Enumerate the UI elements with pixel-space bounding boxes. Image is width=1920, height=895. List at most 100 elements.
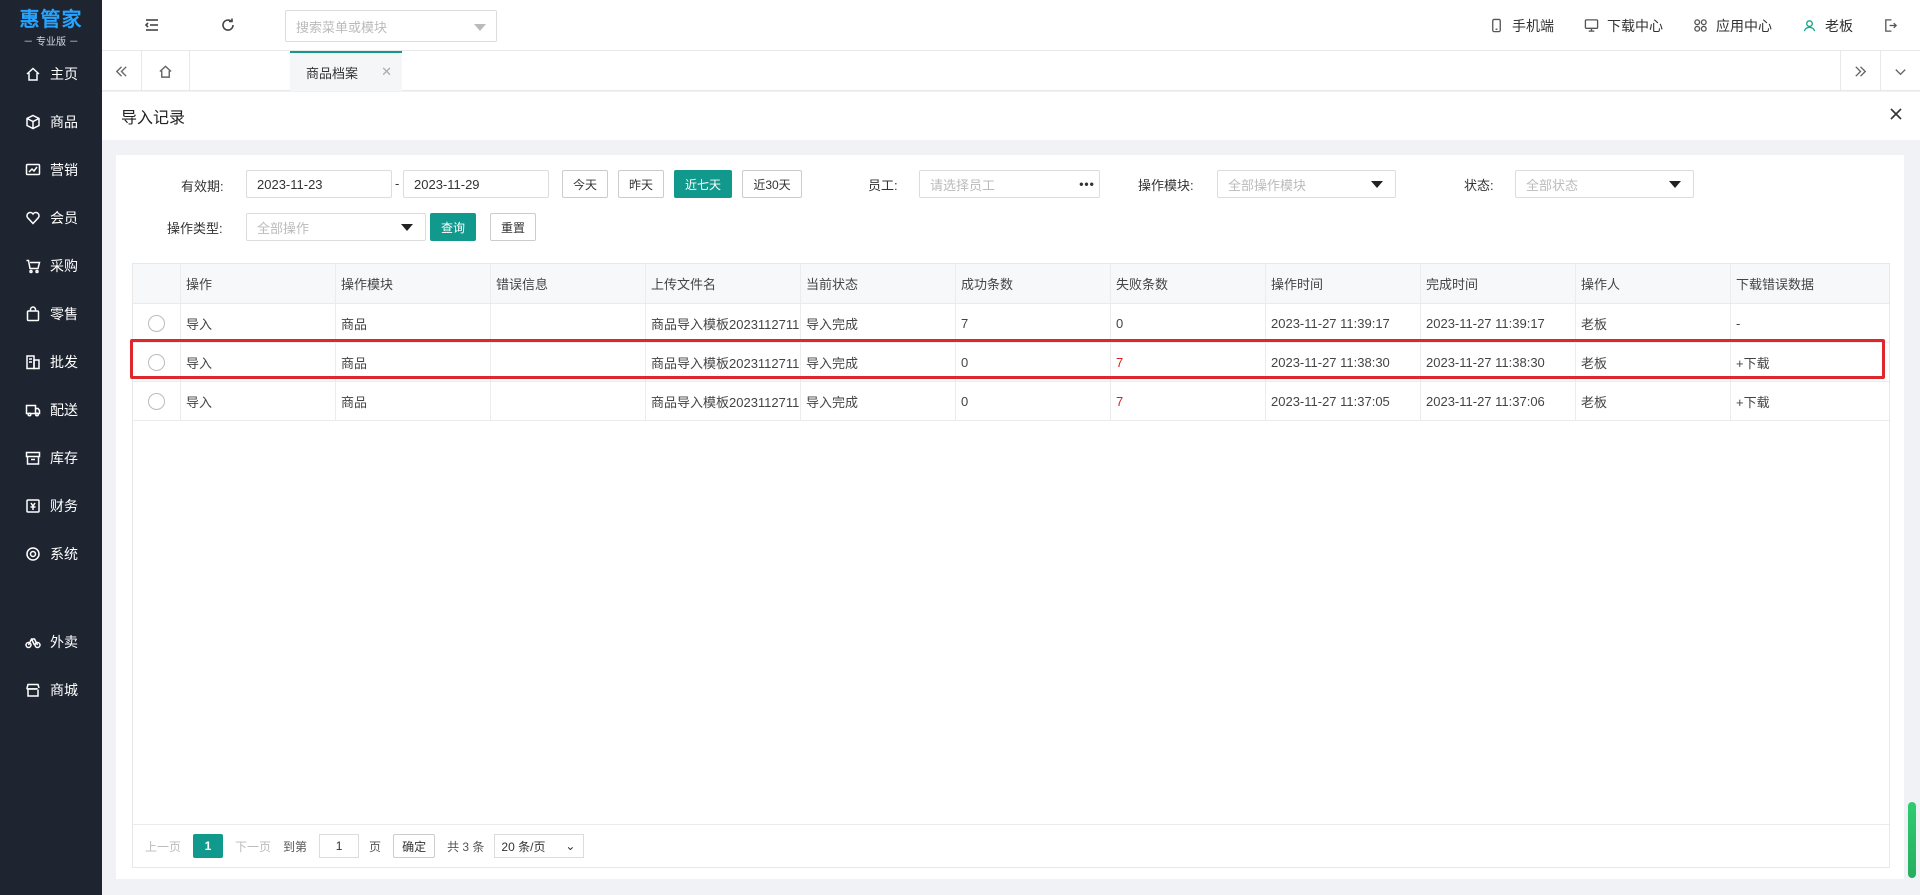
- last-seven-days-button[interactable]: 近七天: [674, 170, 732, 198]
- page-size-select[interactable]: 20 条/页 ⌄: [494, 834, 585, 858]
- sidebar-item[interactable]: 主页: [0, 50, 102, 98]
- column-header: 当前状态: [801, 264, 956, 303]
- status-select[interactable]: 全部状态: [1515, 170, 1694, 198]
- tab-product-archive[interactable]: 商品档案 ✕: [290, 51, 402, 91]
- download-center-label: 下载中心: [1607, 17, 1663, 34]
- status-label: 状态:: [1464, 178, 1494, 193]
- prev-page-button[interactable]: 上一页: [145, 838, 181, 855]
- table-cell: [491, 343, 646, 381]
- status-select-value: 全部状态: [1526, 177, 1579, 193]
- table-cell: 导入完成: [801, 304, 956, 342]
- sidebar-item[interactable]: 会员: [0, 194, 102, 242]
- table-cell: 老板: [1576, 304, 1731, 342]
- mobile-link[interactable]: 手机端: [1489, 16, 1554, 36]
- download-error-data-link[interactable]: +下载: [1731, 382, 1889, 420]
- top-header: 搜索菜单或模块 手机端 下载中心 应用中心 老板: [102, 0, 1920, 51]
- total-count: 共 3 条: [447, 839, 485, 854]
- tab-scroll-right-icon[interactable]: [1840, 51, 1880, 91]
- module-label: 操作模块:: [1138, 178, 1194, 193]
- table-cell: 7: [1111, 343, 1266, 381]
- sidebar-item[interactable]: 商城: [0, 666, 102, 714]
- mobile-link-label: 手机端: [1512, 17, 1554, 34]
- date-start-value: 2023-11-23: [257, 176, 323, 192]
- refresh-icon[interactable]: [217, 14, 239, 36]
- table-cell: 2023-11-27 11:39:17: [1421, 304, 1576, 342]
- reset-button[interactable]: 重置: [490, 213, 536, 241]
- more-options-icon[interactable]: •••: [1075, 171, 1099, 197]
- monitor-icon: [1584, 19, 1599, 32]
- sidebar-item[interactable]: 财务: [0, 482, 102, 530]
- sidebar-item[interactable]: 零售: [0, 290, 102, 338]
- table-cell: 2023-11-27 11:38:30: [1266, 343, 1421, 381]
- operation-type-label: 操作类型:: [167, 221, 223, 236]
- tab-menu-chevron-down-icon[interactable]: [1880, 51, 1920, 91]
- row-radio[interactable]: [148, 353, 165, 371]
- status-dropdown-icon: [1669, 181, 1681, 188]
- download-center-link[interactable]: 下载中心: [1584, 16, 1663, 36]
- employee-select-input[interactable]: 请选择员工 •••: [919, 170, 1100, 198]
- sidebar-item-label: 配送: [50, 402, 78, 418]
- page-number-current[interactable]: 1: [193, 834, 224, 858]
- date-start-input[interactable]: 2023-11-23: [246, 170, 392, 198]
- page-unit-label: 页: [369, 839, 382, 854]
- logout-button[interactable]: [1883, 18, 1906, 33]
- module-select[interactable]: 全部操作模块: [1217, 170, 1396, 198]
- sidebar-item[interactable]: 外卖: [0, 618, 102, 666]
- table-cell: 导入: [181, 343, 336, 381]
- operation-type-select[interactable]: 全部操作: [246, 213, 426, 241]
- logout-icon: [1885, 19, 1898, 32]
- goto-page-input[interactable]: 1: [319, 834, 360, 858]
- sidebar-item-label: 商城: [50, 682, 78, 698]
- validity-label: 有效期:: [181, 179, 224, 194]
- goto-confirm-button[interactable]: 确定: [393, 834, 436, 858]
- panel-header: 导入记录: [102, 92, 1920, 140]
- table-cell: 商品: [336, 382, 491, 420]
- app-center-link[interactable]: 应用中心: [1693, 16, 1772, 36]
- employee-label: 员工:: [868, 178, 898, 193]
- menu-collapse-icon[interactable]: [141, 14, 163, 36]
- tab-bar: 商品档案 ✕: [102, 51, 1920, 91]
- today-button[interactable]: 今天: [562, 170, 608, 198]
- grid-icon: [1694, 19, 1707, 32]
- table-row[interactable]: 导入 商品 商品导入模板2023112711... 导入完成 0 7 2023-11-27 …: [133, 343, 1889, 382]
- table-cell: 0: [1111, 304, 1266, 342]
- sidebar-item-label: 财务: [50, 498, 78, 514]
- archive-icon: [24, 449, 42, 467]
- row-radio[interactable]: [148, 392, 165, 410]
- menu-search-input[interactable]: 搜索菜单或模块: [285, 10, 497, 42]
- column-header: 成功条数: [956, 264, 1111, 303]
- table-row[interactable]: 导入 商品 商品导入模板2023112711... 导入完成 7 0 2023-11-27 …: [133, 304, 1889, 343]
- tab-scroll-left-icon[interactable]: [102, 51, 142, 91]
- sidebar-item[interactable]: 批发: [0, 338, 102, 386]
- close-tab-icon[interactable]: ✕: [381, 64, 392, 80]
- user-menu[interactable]: 老板: [1802, 16, 1853, 36]
- row-radio[interactable]: [148, 314, 165, 332]
- column-header: 操作模块: [336, 264, 491, 303]
- yesterday-button[interactable]: 昨天: [618, 170, 664, 198]
- date-end-input[interactable]: 2023-11-29: [403, 170, 549, 198]
- box-icon: [24, 113, 42, 131]
- last-thirty-days-button[interactable]: 近30天: [742, 170, 802, 198]
- tab-product-archive-label: 商品档案: [306, 65, 359, 81]
- download-error-data-link[interactable]: +下载: [1731, 343, 1889, 381]
- page-title: 导入记录: [121, 110, 186, 127]
- sidebar-item[interactable]: 配送: [0, 386, 102, 434]
- sidebar-item[interactable]: 商品: [0, 98, 102, 146]
- scrollbar-thumb[interactable]: [1908, 802, 1916, 878]
- sidebar-item-label: 会员: [50, 210, 78, 226]
- table-cell: [491, 304, 646, 342]
- sidebar-item[interactable]: 营销: [0, 146, 102, 194]
- cart-icon: [24, 257, 42, 275]
- sidebar-item[interactable]: 采购: [0, 242, 102, 290]
- user-icon: [1802, 18, 1825, 33]
- sidebar-item[interactable]: 库存: [0, 434, 102, 482]
- sidebar-item[interactable]: 系统: [0, 530, 102, 578]
- table-row[interactable]: 导入 商品 商品导入模板2023112711... 导入完成 0 7 2023-11-27 …: [133, 382, 1889, 421]
- table-cell: 2023-11-27 11:39:17: [1266, 304, 1421, 342]
- page-size-value: 20 条/页: [501, 839, 546, 854]
- home-tab-icon[interactable]: [142, 51, 190, 91]
- close-icon[interactable]: [1888, 106, 1908, 126]
- brand-logo[interactable]: 惠管家 － 专业版 －: [0, 0, 102, 50]
- query-button[interactable]: 查询: [430, 213, 476, 241]
- next-page-button[interactable]: 下一页: [235, 838, 271, 855]
